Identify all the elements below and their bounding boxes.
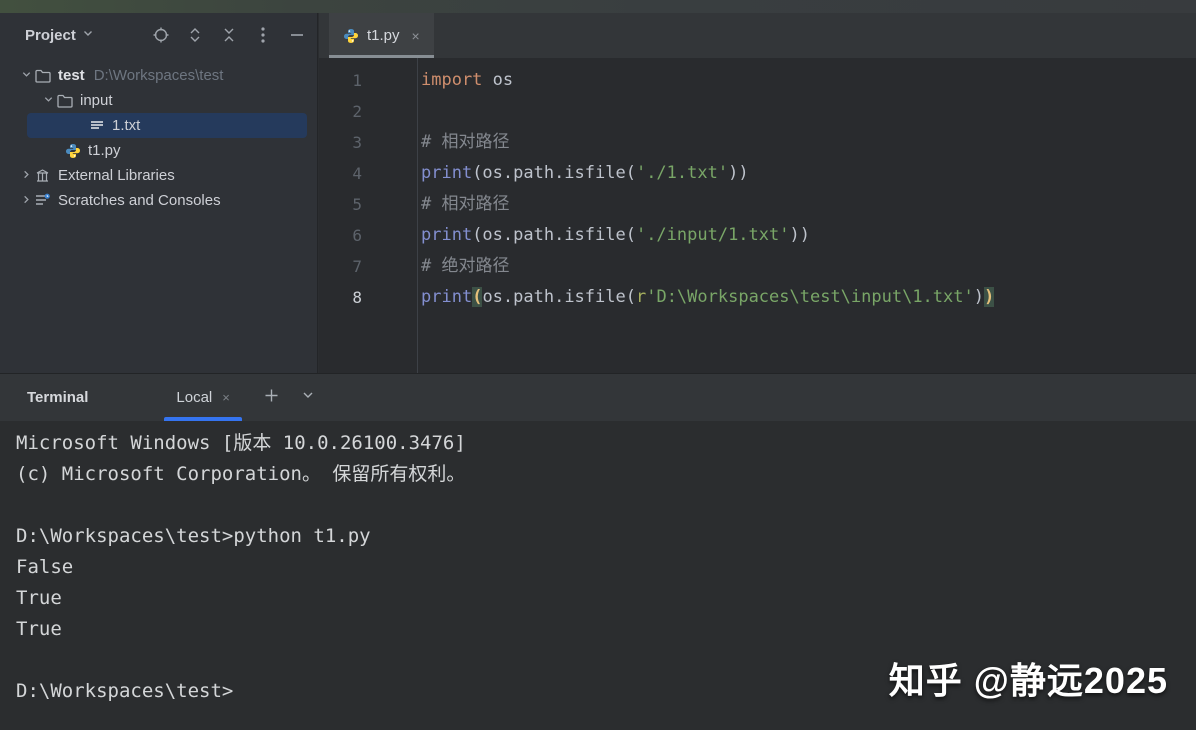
collapse-all-icon[interactable] <box>219 25 239 45</box>
chevron-right-icon[interactable] <box>18 169 34 183</box>
locate-file-icon[interactable] <box>151 25 171 45</box>
code-line[interactable]: 1import os <box>319 65 1196 96</box>
terminal-tab-local[interactable]: Local × <box>164 374 241 421</box>
more-options-icon[interactable] <box>253 25 273 45</box>
scratches-icon <box>34 192 51 209</box>
terminal-line: D:\Workspaces\test>python t1.py <box>16 521 1196 552</box>
editor-area: t1.py × 1import os23# 相对路径4print(os.path… <box>319 13 1196 373</box>
folder-icon <box>56 92 73 109</box>
code-line[interactable]: 6print(os.path.isfile('./input/1.txt')) <box>319 220 1196 251</box>
code-text: print(os.path.isfile(r'D:\Workspaces\tes… <box>417 282 994 313</box>
code-text: print(os.path.isfile('./input/1.txt')) <box>417 220 810 251</box>
project-panel: Project <box>0 13 318 373</box>
chevron-down-icon[interactable] <box>40 94 56 108</box>
folder-icon <box>34 67 51 84</box>
terminal-line: Microsoft Windows [版本 10.0.26100.3476] <box>16 428 1196 459</box>
code-text: import os <box>417 65 513 96</box>
line-number: 8 <box>319 282 417 313</box>
code-text: print(os.path.isfile('./1.txt')) <box>417 158 749 189</box>
python-file-icon <box>64 142 81 159</box>
tree-item-t1py[interactable]: t1.py <box>0 138 317 163</box>
code-line[interactable]: 5# 相对路径 <box>319 189 1196 220</box>
chevron-down-icon[interactable] <box>82 26 94 44</box>
ide-window: Project <box>0 0 1196 730</box>
selection-highlight <box>27 113 307 138</box>
terminal-options-chevron-icon[interactable] <box>301 388 315 407</box>
code-text: # 相对路径 <box>417 127 509 158</box>
code-editor[interactable]: 1import os23# 相对路径4print(os.path.isfile(… <box>319 58 1196 373</box>
libraries-icon <box>34 167 51 184</box>
gutter-separator <box>417 58 418 373</box>
tree-item-label: input <box>80 92 113 109</box>
line-number: 5 <box>319 189 417 220</box>
project-panel-title[interactable]: Project <box>25 27 76 44</box>
line-number: 3 <box>319 127 417 158</box>
terminal-line: True <box>16 583 1196 614</box>
tree-item-path: D:\Workspaces\test <box>94 67 224 84</box>
code-text: # 绝对路径 <box>417 251 509 282</box>
terminal-header: Terminal Local × <box>0 374 1196 421</box>
code-line[interactable]: 7# 绝对路径 <box>319 251 1196 282</box>
code-line[interactable]: 3# 相对路径 <box>319 127 1196 158</box>
terminal-line: True <box>16 614 1196 645</box>
terminal-tab-label: Local <box>176 389 212 406</box>
chevron-down-icon[interactable] <box>18 69 34 83</box>
close-terminal-tab-icon[interactable]: × <box>222 390 230 405</box>
tree-item-label: 1.txt <box>112 117 140 134</box>
line-number: 7 <box>319 251 417 282</box>
terminal-line: (c) Microsoft Corporation。 保留所有权利。 <box>16 459 1196 490</box>
code-text: # 相对路径 <box>417 189 509 220</box>
tree-item-input[interactable]: input <box>0 88 317 113</box>
expand-all-icon[interactable] <box>185 25 205 45</box>
tree-item-label: External Libraries <box>58 167 175 184</box>
code-line[interactable]: 4print(os.path.isfile('./1.txt')) <box>319 158 1196 189</box>
tree-item-test[interactable]: test D:\Workspaces\test <box>0 63 317 88</box>
tree-item-scratches[interactable]: Scratches and Consoles <box>0 188 317 213</box>
close-tab-icon[interactable]: × <box>412 28 420 44</box>
tree-item-1txt-selected[interactable]: 1.txt <box>0 113 317 138</box>
python-file-icon <box>343 28 359 44</box>
watermark: 知乎 @静远2025 <box>889 652 1168 704</box>
project-panel-header: Project <box>0 13 317 57</box>
text-file-icon <box>88 117 105 134</box>
editor-tab-bar: t1.py × <box>319 13 1196 58</box>
code-line[interactable]: 2 <box>319 96 1196 127</box>
new-terminal-icon[interactable] <box>264 388 279 408</box>
terminal-title[interactable]: Terminal <box>27 389 88 406</box>
tab-label: t1.py <box>367 27 400 44</box>
line-number: 4 <box>319 158 417 189</box>
tree-item-label: t1.py <box>88 142 121 159</box>
window-top-strip <box>0 0 1196 13</box>
chevron-right-icon[interactable] <box>18 194 34 208</box>
tree-item-label: Scratches and Consoles <box>58 192 221 209</box>
code-line[interactable]: 8print(os.path.isfile(r'D:\Workspaces\te… <box>319 282 1196 313</box>
editor-tab-t1py[interactable]: t1.py × <box>329 13 434 58</box>
project-tree: test D:\Workspaces\test input 1.txt <box>0 57 317 213</box>
terminal-line <box>16 490 1196 521</box>
hide-panel-icon[interactable] <box>287 25 307 45</box>
tree-item-external-libraries[interactable]: External Libraries <box>0 163 317 188</box>
tree-item-label: test <box>58 67 85 84</box>
terminal-line: False <box>16 552 1196 583</box>
line-number: 2 <box>319 96 417 127</box>
line-number: 6 <box>319 220 417 251</box>
line-number: 1 <box>319 65 417 96</box>
